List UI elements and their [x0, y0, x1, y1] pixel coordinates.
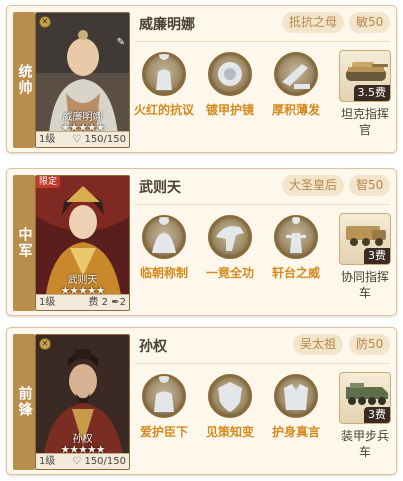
troop-slot[interactable]: 3.5费 坦克指挥官: [337, 50, 393, 138]
title-tag: 大圣皇后: [282, 175, 345, 196]
hero-name: 威廉明娜: [139, 17, 195, 33]
element-badge-icon: ✕: [39, 16, 51, 28]
cost-badge: 3费: [364, 248, 390, 264]
skill-slot[interactable]: 厚积薄发: [265, 48, 327, 118]
pencil-icon[interactable]: ✎: [117, 37, 125, 48]
skill-label: 厚积薄发: [271, 103, 320, 117]
stat-tag: 敏50: [349, 12, 391, 33]
shield-icon: [208, 374, 252, 418]
element-badge-icon: ✕: [39, 338, 51, 350]
skill-label: 镀甲护镜: [205, 103, 254, 117]
troop-label: 协同指挥车: [340, 270, 389, 300]
troop-card: 3.5费: [339, 50, 391, 102]
statue-icon: [142, 52, 186, 96]
skill-slot[interactable]: 一竟全功: [199, 211, 261, 281]
general-panel-wuzetian[interactable]: 中军 限定 武则天 ★★★★★ 1级 费 2 ✒2 武则天 大圣皇后 智50 临…: [6, 168, 397, 316]
position-tab[interactable]: 前锋: [13, 334, 35, 470]
stat-tag: 智50: [349, 175, 391, 196]
position-tab[interactable]: 统帅: [13, 12, 35, 148]
empress-icon: [142, 215, 186, 259]
horse-icon: [208, 215, 252, 259]
skill-slot[interactable]: 爱护臣下: [133, 370, 195, 440]
cost-badge: 3.5费: [353, 85, 390, 101]
troop-slot[interactable]: 3费 装甲步兵车: [337, 372, 393, 460]
skill-label: 护身真言: [271, 425, 320, 439]
apc-icon: [346, 383, 388, 405]
card-footer: 1级 费 2 ✒2: [36, 294, 129, 310]
limited-tag: 限定: [36, 176, 61, 188]
figure-icon: [274, 215, 318, 259]
troop-card: 3费: [339, 213, 391, 265]
cannon-icon: [274, 52, 318, 96]
shield-orb-icon: [208, 52, 252, 96]
cost-info: 费 2 ✒2: [89, 295, 127, 310]
cost-value: 费 2: [88, 297, 109, 308]
command-vehicle-icon: [346, 226, 386, 246]
general-portrait[interactable]: ✕ 孙权 ★★★★★ 1级 ♡ 150/150: [35, 334, 130, 470]
troop-slot[interactable]: 3费 协同指挥车: [337, 213, 393, 301]
troop-card: 3费: [339, 372, 391, 424]
skill-slot[interactable]: 见策知变: [199, 370, 261, 440]
divider: [135, 204, 390, 205]
title-tag: 抵抗之母: [282, 12, 345, 33]
troop-label: 装甲步兵车: [340, 429, 389, 459]
title-tag: 吴太祖: [293, 334, 344, 355]
skill-slot[interactable]: 临朝称制: [133, 211, 195, 281]
card-footer: 1级 ♡ 150/150: [36, 131, 129, 147]
skill-slot[interactable]: 火红的抗议: [133, 48, 195, 118]
skill-label: 见策知变: [205, 425, 254, 439]
hp-value: 150/150: [84, 456, 126, 467]
feather-icon: ✒: [111, 297, 120, 308]
hp-value: 150/150: [84, 134, 126, 145]
divider: [135, 41, 390, 42]
troop-label: 坦克指挥官: [340, 107, 389, 137]
skill-label: 爱护臣下: [139, 425, 188, 439]
divider: [135, 363, 390, 364]
general-portrait[interactable]: ✕ ✎ 威廉明娜 ★★★★★ 1级 ♡ 150/150: [35, 12, 130, 148]
guard-icon: [142, 374, 186, 418]
cost-badge: 3费: [364, 407, 390, 423]
tank-icon: [346, 62, 388, 81]
slot-value: 2: [119, 297, 126, 308]
heart-icon: ♡: [72, 134, 82, 145]
card-footer: 1级 ♡ 150/150: [36, 453, 129, 469]
skill-label: 一竟全功: [205, 266, 254, 280]
general-panel-sunquan[interactable]: 前锋 ✕ 孙权 ★★★★★ 1级 ♡ 150/150 孙权 吴太祖 防50 爱护…: [6, 327, 397, 475]
armor-icon: [274, 374, 318, 418]
level-label: 1级: [39, 297, 56, 308]
hero-name: 武则天: [139, 180, 181, 196]
skill-label: 临朝称制: [139, 266, 188, 280]
hp-display: ♡ 150/150: [72, 454, 126, 469]
heart-icon: ♡: [72, 456, 82, 467]
skill-slot[interactable]: 轩台之威: [265, 211, 327, 281]
skill-slot[interactable]: 护身真言: [265, 370, 327, 440]
hero-name: 孙权: [139, 339, 167, 355]
general-portrait[interactable]: 限定 武则天 ★★★★★ 1级 费 2 ✒2: [35, 175, 130, 311]
hp-display: ♡ 150/150: [72, 132, 126, 147]
skill-label: 轩台之威: [271, 266, 320, 280]
skill-slot[interactable]: 镀甲护镜: [199, 48, 261, 118]
level-label: 1级: [39, 134, 56, 145]
skill-label: 火红的抗议: [133, 103, 194, 117]
general-panel-wilhelmina[interactable]: 统帅 ✕ ✎ 威廉明娜 ★★★★★ 1级 ♡ 150/150 威廉明娜 抵抗之母…: [6, 5, 397, 153]
stat-tag: 防50: [349, 334, 391, 355]
level-label: 1级: [39, 456, 56, 467]
position-tab[interactable]: 中军: [13, 175, 35, 311]
